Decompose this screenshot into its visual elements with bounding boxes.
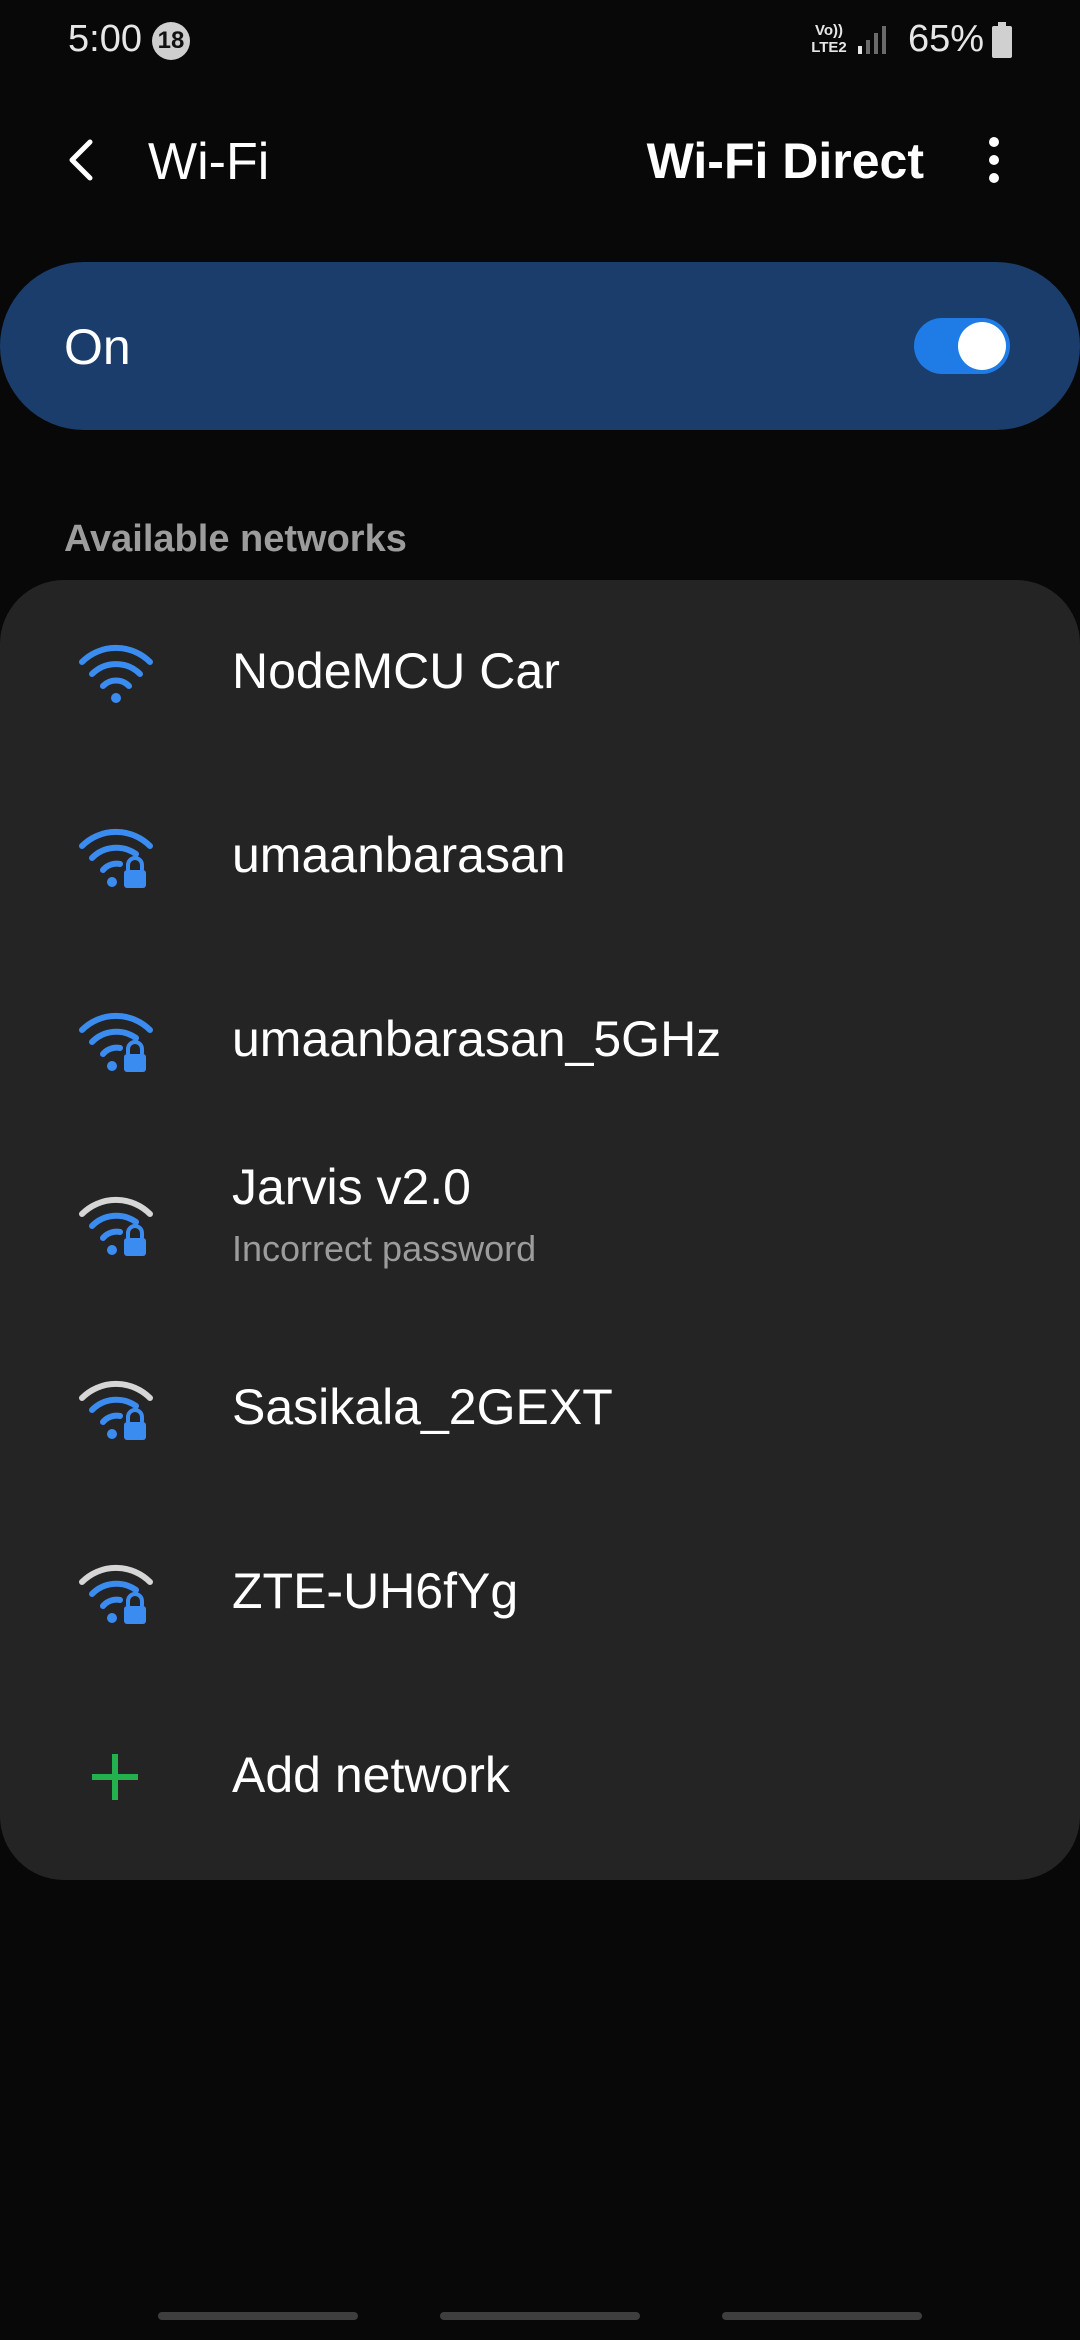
more-options-icon[interactable] (970, 128, 1018, 192)
network-item-zte-uh6fyg[interactable]: ZTE-UH6fYg (0, 1500, 1080, 1684)
volte-icon: Vo)) LTE2 (806, 22, 852, 58)
network-item-jarvis-v2[interactable]: Jarvis v2.0 Incorrect password (0, 1132, 1080, 1316)
network-name: NodeMCU Car (232, 643, 560, 699)
signal-strength-icon (858, 26, 886, 54)
status-bar: 5:00 18 Vo)) LTE2 65% (0, 0, 1080, 84)
master-switch-label: On (64, 319, 131, 375)
lte-label: LTE2 (811, 39, 847, 56)
wifi-signal-icon (79, 644, 153, 703)
notification-count-badge: 18 (152, 22, 190, 60)
add-network-label: Add network (232, 1747, 510, 1803)
battery-icon (992, 22, 1012, 58)
network-item-sasikala-2gext[interactable]: Sasikala_2GEXT (0, 1316, 1080, 1500)
wifi-master-switch[interactable]: On (0, 262, 1080, 430)
network-name: Jarvis v2.0 (232, 1159, 471, 1215)
app-bar: Wi-Fi Wi-Fi Direct (0, 100, 1080, 220)
status-time: 5:00 (68, 18, 142, 60)
wifi-locked-icon (79, 828, 153, 888)
page-title: Wi-Fi (148, 133, 270, 191)
network-item-nodemcu-car[interactable]: NodeMCU Car (0, 580, 1080, 764)
nav-home-hint[interactable] (440, 2312, 640, 2320)
nav-recent-hint[interactable] (158, 2312, 358, 2320)
wifi-toggle[interactable] (914, 318, 1010, 374)
networks-list: NodeMCU Car umaanbarasan umaanbarasan_5G… (0, 580, 1080, 1880)
plus-icon (92, 1754, 138, 1800)
network-name: Sasikala_2GEXT (232, 1379, 613, 1435)
add-network-button[interactable]: Add network (0, 1684, 1080, 1868)
nav-back-hint[interactable] (722, 2312, 922, 2320)
network-name: umaanbarasan_5GHz (232, 1011, 722, 1067)
network-name: ZTE-UH6fYg (232, 1563, 519, 1619)
available-networks-header: Available networks (64, 518, 407, 560)
network-name: umaanbarasan (232, 827, 566, 883)
volte-label: Vo)) (814, 22, 844, 39)
wifi-direct-button[interactable]: Wi-Fi Direct (647, 132, 924, 190)
back-arrow-icon[interactable] (50, 128, 114, 192)
network-status: Incorrect password (232, 1228, 537, 1269)
wifi-locked-icon (79, 1012, 153, 1072)
network-item-umaanbarasan[interactable]: umaanbarasan (0, 764, 1080, 948)
wifi-locked-icon (79, 1564, 153, 1624)
battery-percent: 65% (908, 18, 985, 60)
toggle-knob (958, 322, 1006, 370)
network-item-umaanbarasan-5ghz[interactable]: umaanbarasan_5GHz (0, 948, 1080, 1132)
wifi-locked-icon (79, 1380, 153, 1440)
wifi-locked-icon (79, 1196, 153, 1256)
